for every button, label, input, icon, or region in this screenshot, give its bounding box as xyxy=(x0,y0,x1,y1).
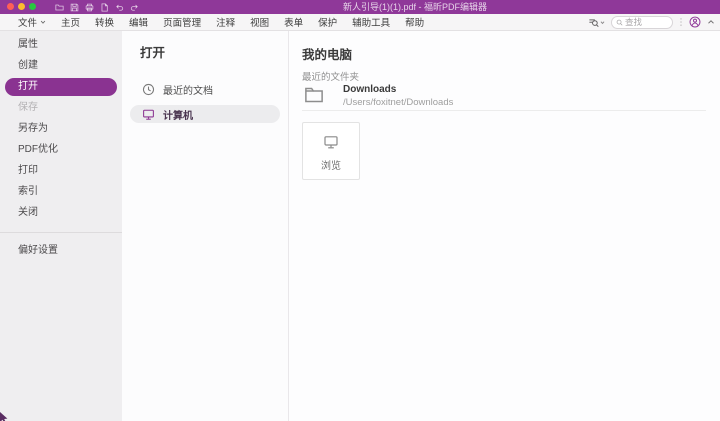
open-panel: 打开 最近的文档 计算机 xyxy=(122,31,289,421)
collapse-ribbon-button[interactable] xyxy=(707,18,715,26)
computer-icon xyxy=(323,134,339,150)
sidebar-item-create[interactable]: 创建 xyxy=(0,55,122,76)
recent-folder-item[interactable]: Downloads /Users/foxitnet/Downloads xyxy=(304,84,453,108)
account-avatar[interactable] xyxy=(689,16,701,28)
menu-home[interactable]: 主页 xyxy=(61,15,80,29)
open-panel-title: 打开 xyxy=(140,42,165,61)
chevron-down-icon xyxy=(40,19,46,25)
open-item-label: 计算机 xyxy=(163,107,193,122)
menu-view[interactable]: 视图 xyxy=(250,15,269,29)
new-document-icon[interactable] xyxy=(100,3,109,12)
folder-info: Downloads /Users/foxitnet/Downloads xyxy=(343,84,453,108)
backstage-view: 属性 创建 打开 保存 另存为 PDF优化 打印 索引 关闭 偏好设置 打开 最… xyxy=(0,31,720,421)
computer-panel: 我的电脑 最近的文件夹 Downloads /Users/foxitnet/Do… xyxy=(289,31,720,421)
menu-page-organize[interactable]: 页面管理 xyxy=(163,15,201,29)
open-item-recent-documents[interactable]: 最近的文档 xyxy=(130,80,280,98)
menu-form[interactable]: 表单 xyxy=(284,15,303,29)
sidebar-item-save-as[interactable]: 另存为 xyxy=(0,118,122,139)
menu-comment[interactable]: 注释 xyxy=(216,15,235,29)
mouse-cursor xyxy=(0,412,9,421)
search-box[interactable] xyxy=(611,16,673,29)
computer-icon xyxy=(142,108,155,121)
person-icon xyxy=(689,16,701,28)
zoom-window-button[interactable] xyxy=(29,3,36,10)
folder-icon xyxy=(304,85,324,105)
sidebar-item-print[interactable]: 打印 xyxy=(0,160,122,181)
open-item-label: 最近的文档 xyxy=(163,82,213,97)
close-window-button[interactable] xyxy=(7,3,14,10)
chevron-down-icon xyxy=(600,20,605,25)
sidebar-item-open[interactable]: 打开 xyxy=(5,78,117,96)
print-icon[interactable] xyxy=(85,3,94,12)
menu-edit[interactable]: 编辑 xyxy=(129,15,148,29)
divider xyxy=(302,110,706,111)
save-icon[interactable] xyxy=(70,3,79,12)
chevron-up-icon xyxy=(707,18,715,26)
menubar-right-controls xyxy=(588,14,715,30)
clock-icon xyxy=(142,83,155,96)
sidebar-item-close[interactable]: 关闭 xyxy=(0,202,122,223)
search-input[interactable] xyxy=(625,17,668,27)
folder-path: /Users/foxitnet/Downloads xyxy=(343,97,453,108)
menu-items: 文件 主页 转换 编辑 页面管理 注释 视图 表单 保护 辅助工具 帮助 xyxy=(0,15,424,29)
browse-button[interactable]: 浏览 xyxy=(302,122,360,180)
backstage-sidebar: 属性 创建 打开 保存 另存为 PDF优化 打印 索引 关闭 偏好设置 xyxy=(0,31,122,421)
sidebar-item-index[interactable]: 索引 xyxy=(0,181,122,202)
quick-access-toolbar xyxy=(55,0,139,14)
redo-icon[interactable] xyxy=(130,3,139,12)
window-title: 新人引导(1)(1).pdf - 福昕PDF编辑器 xyxy=(290,0,540,14)
recent-folders-label: 最近的文件夹 xyxy=(302,69,359,83)
menubar: 文件 主页 转换 编辑 页面管理 注释 视图 表单 保护 辅助工具 帮助 xyxy=(0,14,720,31)
open-folder-icon[interactable] xyxy=(55,3,64,12)
sidebar-item-save: 保存 xyxy=(0,97,122,118)
menu-accessibility[interactable]: 辅助工具 xyxy=(352,15,390,29)
sidebar-item-properties[interactable]: 属性 xyxy=(0,34,122,55)
search-icon xyxy=(616,19,623,26)
menu-protect[interactable]: 保护 xyxy=(318,15,337,29)
browse-label: 浏览 xyxy=(321,157,341,172)
menu-file[interactable]: 文件 xyxy=(18,15,46,29)
open-location-list: 最近的文档 计算机 xyxy=(130,80,280,130)
sidebar-spacer xyxy=(0,223,122,232)
sidebar-divider xyxy=(0,232,122,233)
titlebar: 新人引导(1)(1).pdf - 福昕PDF编辑器 xyxy=(0,0,720,14)
computer-panel-title: 我的电脑 xyxy=(302,44,352,63)
folder-name: Downloads xyxy=(343,84,453,95)
menu-convert[interactable]: 转换 xyxy=(95,15,114,29)
traffic-lights xyxy=(7,3,36,10)
sidebar-item-preferences[interactable]: 偏好设置 xyxy=(0,240,122,261)
find-replace-button[interactable] xyxy=(588,17,605,28)
undo-icon[interactable] xyxy=(115,3,124,12)
menu-help[interactable]: 帮助 xyxy=(405,15,424,29)
sidebar-item-pdf-optimize[interactable]: PDF优化 xyxy=(0,139,122,160)
find-replace-icon xyxy=(588,17,599,28)
kebab-menu-icon[interactable] xyxy=(679,17,683,27)
open-item-computer[interactable]: 计算机 xyxy=(130,105,280,123)
minimize-window-button[interactable] xyxy=(18,3,25,10)
